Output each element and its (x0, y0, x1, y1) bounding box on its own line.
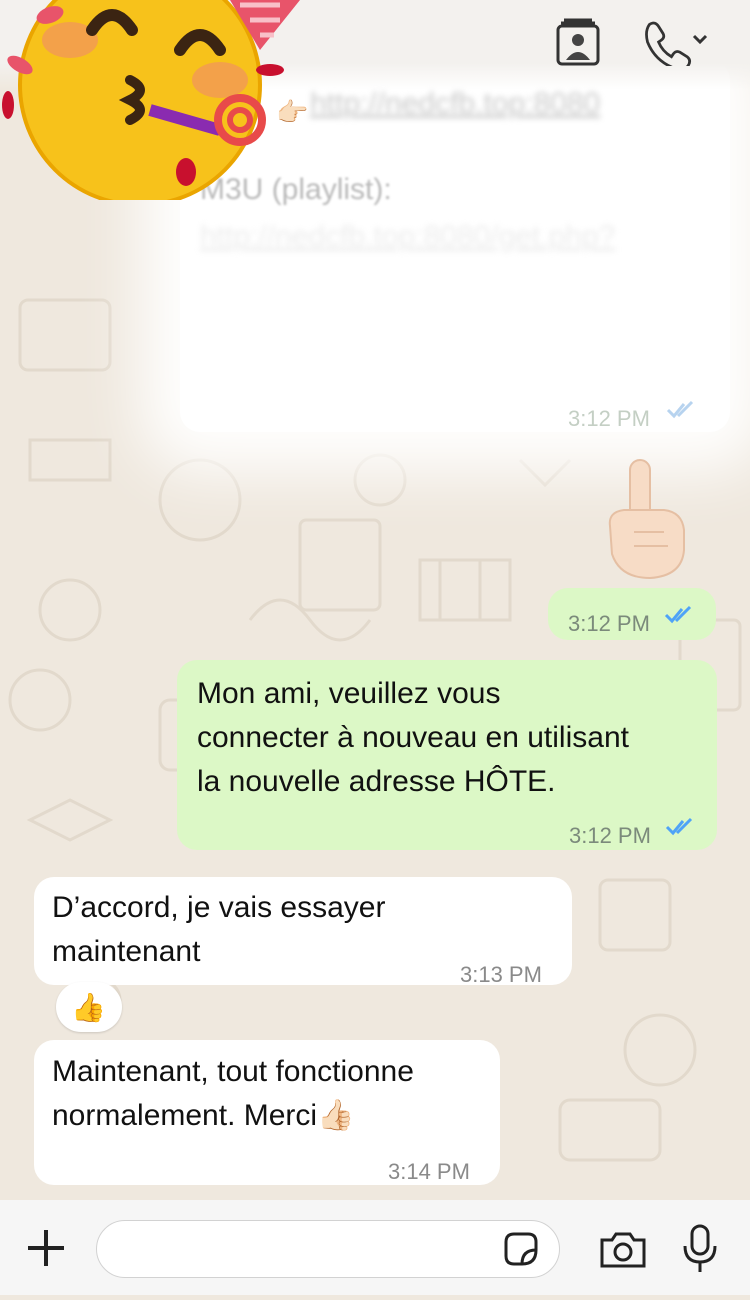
message-line: D’accord, je vais essayer (52, 891, 386, 924)
message-line: la nouvelle adresse HÔTE. (197, 765, 556, 798)
message-text: D’accord, je vais essayer maintenant (52, 886, 385, 974)
message-line: connecter à nouveau en utilisant (197, 721, 629, 754)
thumbs-up-icon: 👍🏻 (317, 1099, 355, 1132)
phone-icon[interactable] (640, 20, 714, 71)
message-time: 3:12 PM (568, 406, 650, 431)
message-time: 3:12 PM (569, 823, 651, 848)
outgoing-emoji-message[interactable]: 3:12 PM (548, 588, 716, 640)
message-line: Maintenant, tout fonctionne (52, 1055, 414, 1088)
read-receipt-icon (665, 817, 693, 836)
microphone-icon[interactable] (682, 1224, 718, 1274)
message-time: 3:14 PM (388, 1159, 470, 1184)
read-receipt-icon (666, 400, 694, 419)
message-text: Maintenant, tout fonctionne normalement.… (52, 1050, 414, 1138)
message-link-blurred[interactable]: http://nedcfb.top:8080/get.php? (200, 215, 615, 259)
message-reaction[interactable]: 👍 (56, 982, 122, 1032)
index-pointing-up-emoji (600, 456, 690, 580)
message-input[interactable] (96, 1220, 560, 1278)
read-receipt-icon (664, 605, 692, 624)
message-composer (0, 1200, 750, 1295)
message-time: 3:13 PM (460, 962, 542, 987)
message-line: Mon ami, veuillez vous (197, 677, 501, 710)
outgoing-message[interactable]: Mon ami, veuillez vous connecter à nouve… (177, 660, 717, 850)
camera-icon[interactable] (598, 1230, 648, 1270)
message-line: normalement. Merci (52, 1099, 318, 1132)
message-time: 3:12 PM (568, 611, 650, 636)
message-text: Mon ami, veuillez vous connecter à nouve… (197, 672, 629, 804)
thumbs-up-icon: 👍 (71, 992, 106, 1023)
message-line: maintenant (52, 935, 201, 968)
incoming-message[interactable]: Maintenant, tout fonctionne normalement.… (34, 1040, 500, 1185)
sticker-icon[interactable] (502, 1230, 540, 1268)
contact-card-icon[interactable] (554, 18, 602, 66)
incoming-message[interactable]: D’accord, je vais essayer maintenant 3:1… (34, 877, 572, 987)
partying-face-emoji (0, 0, 300, 207)
plus-icon[interactable] (26, 1228, 66, 1268)
